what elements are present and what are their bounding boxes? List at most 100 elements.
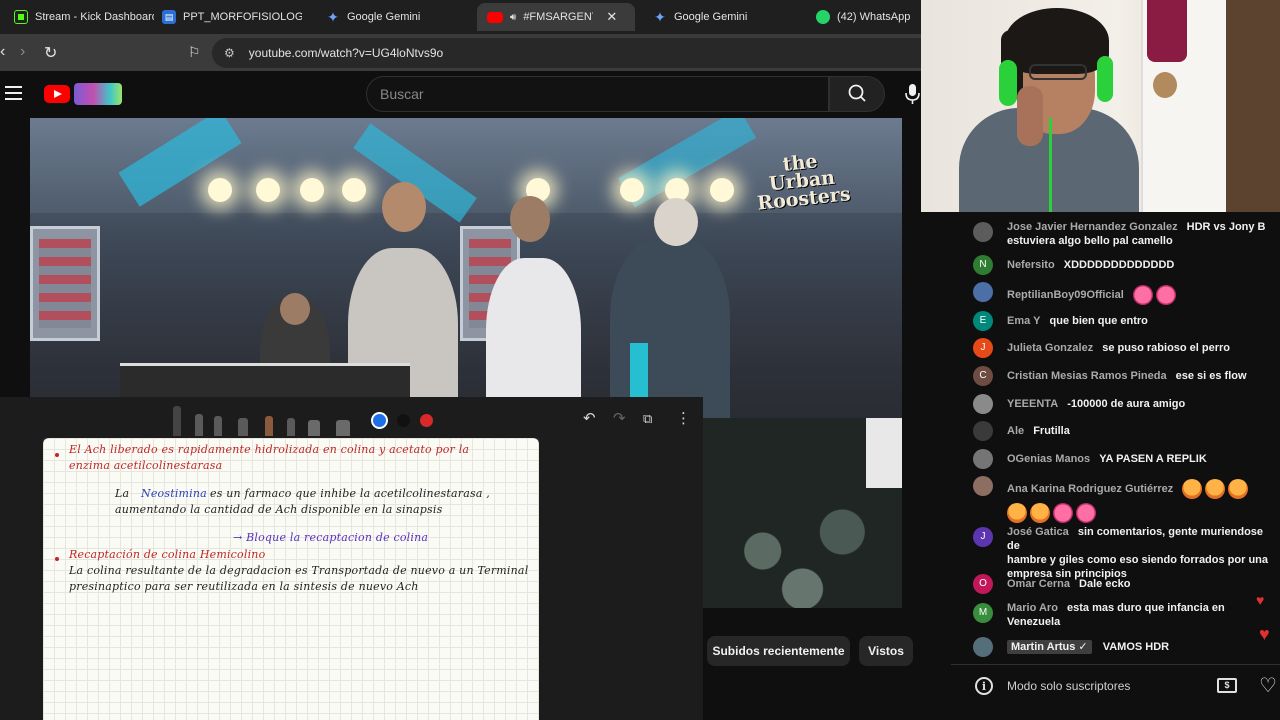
pen-tool[interactable] <box>214 416 222 436</box>
chat-author-member[interactable]: Martin Artus ✓ <box>1007 640 1092 654</box>
color-blue[interactable] <box>373 414 386 427</box>
emoji-icon <box>1030 503 1050 523</box>
audience <box>703 418 902 608</box>
youtube-logo[interactable] <box>44 85 70 103</box>
forward-icon[interactable]: › <box>20 43 25 61</box>
chat-author[interactable]: Mario Aro <box>1007 602 1058 614</box>
chat-author[interactable]: Jose Javier Hernandez Gonzalez <box>1007 221 1178 233</box>
undo-icon[interactable]: ↶ <box>583 409 596 427</box>
tab-kick-dashboard[interactable]: Stream - Kick Dashboard <box>4 3 154 31</box>
chat-message-text: Mario Aro esta mas duro que infancia en … <box>1007 601 1268 629</box>
avatar[interactable] <box>973 637 993 657</box>
eraser-tool[interactable] <box>308 420 320 436</box>
emoji-icon <box>1007 503 1027 523</box>
youtube-doodle[interactable] <box>74 83 122 105</box>
chip-recently-uploaded[interactable]: Subidos recientemente <box>707 636 850 666</box>
heart-icon[interactable]: ♡ <box>1259 673 1277 698</box>
chat-body: Dale ecko <box>1079 578 1131 590</box>
speaker-icon[interactable]: 🔊︎ <box>510 12 516 23</box>
chat-message-text: Martin Artus ✓ VAMOS HDR <box>1007 640 1268 654</box>
webcam-headphones <box>999 60 1017 106</box>
heart-reaction-icon: ♥ <box>1256 592 1265 608</box>
chat-author[interactable]: Julieta Gonzalez <box>1007 342 1093 354</box>
note-line: Recaptación de colina Hemicolino <box>69 548 266 561</box>
emoji-icon <box>1228 479 1249 499</box>
avatar[interactable] <box>973 282 993 302</box>
avatar[interactable]: O <box>973 574 993 594</box>
bookmark-icon[interactable]: ⚐ <box>188 44 201 61</box>
color-black[interactable] <box>397 414 410 427</box>
notes-page[interactable]: El Ach liberado es rapidamente hidroliza… <box>43 438 539 720</box>
chat-author[interactable]: Ema Y <box>1007 315 1040 327</box>
chat-author[interactable]: OGenias Manos <box>1007 453 1090 465</box>
lasso-tool[interactable] <box>336 420 350 436</box>
chat-message-text: ReptilianBoy09Official <box>1007 285 1268 305</box>
chat-author[interactable]: José Gatica <box>1007 526 1069 538</box>
dj-booth <box>120 363 410 398</box>
redo-icon[interactable]: ↷ <box>613 409 626 427</box>
webcam-glasses <box>1029 64 1087 80</box>
avatar[interactable] <box>973 421 993 441</box>
pen-tool[interactable] <box>287 418 295 436</box>
reload-icon[interactable]: ↻ <box>44 43 57 63</box>
chat-author[interactable]: Ana Karina Rodriguez Gutiérrez <box>1007 483 1173 495</box>
tab-whatsapp[interactable]: (42) WhatsApp <box>806 3 921 31</box>
chat-author[interactable]: Ale <box>1007 425 1024 437</box>
avatar[interactable] <box>973 394 993 414</box>
chat-message-text: Jose Javier Hernandez Gonzalez HDR vs Jo… <box>1007 220 1268 248</box>
pen-tool[interactable] <box>195 414 203 436</box>
super-chat-icon[interactable]: $ <box>1217 678 1237 693</box>
close-tab-icon[interactable]: ✕ <box>606 9 617 25</box>
tab-label: (42) WhatsApp <box>837 11 911 23</box>
avatar[interactable] <box>973 476 993 496</box>
chat-message-text: José Gatica sin comentarios, gente murie… <box>1007 525 1268 581</box>
kick-icon <box>14 10 28 24</box>
webcam-door <box>1226 0 1280 212</box>
figure-head <box>280 293 310 325</box>
tab-google-gemini[interactable]: ✦ Google Gemini <box>316 3 466 31</box>
microphone-icon[interactable] <box>904 83 921 105</box>
avatar[interactable]: C <box>973 366 993 386</box>
tab-youtube-active[interactable]: 🔊︎ #FMSARGENTINA ✕ <box>477 3 635 31</box>
pencil-tool[interactable] <box>265 416 273 436</box>
url-field[interactable]: ⚙ youtube.com/watch?v=UG4loNtvs9o <box>212 38 921 68</box>
back-icon[interactable]: ‹ <box>0 43 5 61</box>
search-input[interactable]: Buscar <box>366 76 829 112</box>
avatar[interactable]: N <box>973 255 993 275</box>
avatar[interactable] <box>973 449 993 469</box>
chat-body: estuviera algo bello pal camello <box>1007 235 1173 247</box>
chat-message-text: OGenias Manos YA PASEN A REPLIK <box>1007 452 1268 466</box>
chat-body: esta mas duro que infancia en <box>1067 602 1225 614</box>
notes-toolbar: ↶ ↷ ⧉ ⋮ <box>0 397 703 438</box>
color-red[interactable] <box>420 414 433 427</box>
export-icon[interactable]: ⧉ <box>643 411 652 427</box>
avatar[interactable]: E <box>973 311 993 331</box>
site-info-icon[interactable]: ⚙ <box>224 46 235 60</box>
avatar[interactable] <box>973 222 993 242</box>
tab-ppt-morfofisiologia[interactable]: ▤ PPT_MORFOFISIOLOGÍA L <box>152 3 302 31</box>
emoji-icon <box>1205 479 1226 499</box>
chat-author[interactable]: Nefersito <box>1007 259 1055 271</box>
chat-author[interactable]: Omar Cerna <box>1007 578 1070 590</box>
subscribers-only-label: Modo solo suscriptores <box>1007 679 1131 693</box>
chip-watched[interactable]: Vistos <box>859 636 913 666</box>
chat-author[interactable]: YEEENTA <box>1007 398 1058 410</box>
menu-icon[interactable] <box>5 86 22 100</box>
more-options-icon[interactable]: ⋮ <box>676 409 691 427</box>
pen-tool[interactable] <box>173 406 181 436</box>
search-button[interactable] <box>829 76 885 112</box>
webcam-plush-toy <box>1153 72 1177 98</box>
avatar[interactable]: M <box>973 603 993 623</box>
info-icon[interactable]: i <box>975 677 993 695</box>
chat-author[interactable]: Cristian Mesias Ramos Pineda <box>1007 370 1167 382</box>
bottom-strip <box>951 706 1280 720</box>
chat-message-text: YEEENTA -100000 de aura amigo <box>1007 397 1268 411</box>
marker-tool[interactable] <box>238 418 248 436</box>
chat-author[interactable]: ReptilianBoy09Official <box>1007 289 1124 301</box>
stage-light <box>342 178 366 202</box>
avatar[interactable]: J <box>973 338 993 358</box>
stage-light <box>300 178 324 202</box>
avatar[interactable]: J <box>973 527 993 547</box>
tab-google-gemini-2[interactable]: ✦ Google Gemini <box>643 3 793 31</box>
webcam-hanging-shirt <box>1147 0 1187 62</box>
